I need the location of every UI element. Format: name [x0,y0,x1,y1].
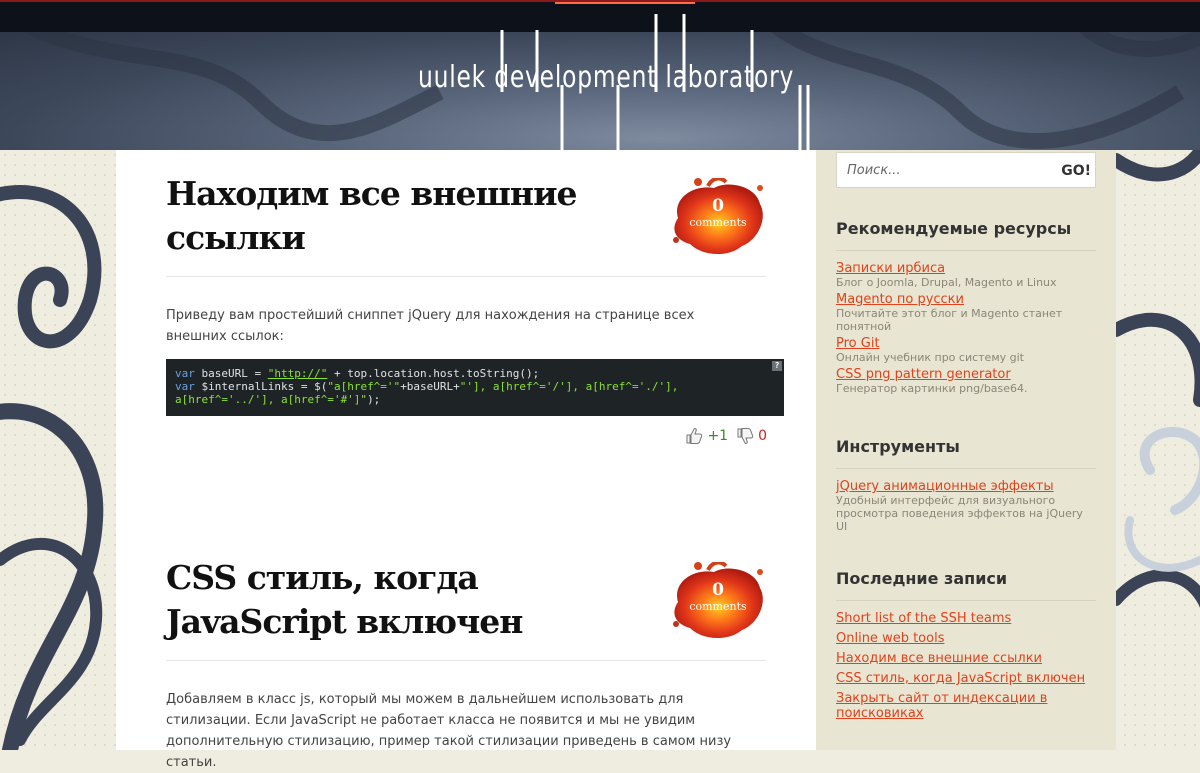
site-logo-text: uulek development laboratory [418,60,795,95]
thumbs-up-icon[interactable] [685,427,703,445]
comments-badge[interactable]: 0 comments [668,560,768,642]
recent-post-link[interactable]: Закрыть сайт от индексации в поисковиках [836,691,1096,721]
recent-post-link[interactable]: Находим все внешние ссылки [836,651,1096,666]
list-item: Pro Git Онлайн учебник про систему git [836,336,1096,364]
resource-description: Онлайн учебник про систему git [836,351,1024,364]
widget-title-recent: Последние записи [836,569,1008,588]
post-title[interactable]: CSS стиль, когда JavaScript включен [166,556,606,644]
search-button[interactable]: GO! [1055,158,1091,184]
site-logo[interactable]: uulek development laboratory [0,0,1200,150]
list-item: Online web tools [836,631,1096,646]
post-divider [166,276,766,277]
tool-link[interactable]: jQuery анимационные эффекты [836,479,1096,494]
recent-post-link[interactable]: CSS стиль, когда JavaScript включен [836,671,1096,686]
code-help-button[interactable]: ? [772,361,782,371]
list-item: CSS png pattern generator Генератор карт… [836,367,1096,395]
widget-divider [836,468,1096,469]
post-votes: +1 0 [685,427,767,445]
widget-title-resources: Рекомендуемые ресурсы [836,219,1072,238]
comments-count: 0 [712,580,724,600]
vote-down-count: 0 [758,428,767,444]
tools-list: jQuery анимационные эффекты Удобный инте… [836,479,1096,536]
resource-link[interactable]: Записки ирбиса [836,261,1096,276]
post-divider [166,660,766,661]
resources-list: Записки ирбиса Блог о Joomla, Drupal, Ma… [836,261,1096,398]
resource-link[interactable]: Magento по русски [836,292,1096,307]
sidebar: GO! Рекомендуемые ресурсы Записки ирбиса… [816,150,1116,750]
search-input[interactable] [837,153,1037,187]
thumbs-down-icon[interactable] [736,427,754,445]
recent-posts-list: Short list of the SSH teams Online web t… [836,611,1096,726]
post-title-link[interactable]: CSS стиль, когда JavaScript включен [166,558,523,641]
resource-description: Блог о Joomla, Drupal, Magento и Linux [836,276,1057,289]
post-excerpt: Приведу вам простейший сниппет jQuery дл… [166,308,695,344]
widget-title-tools: Инструменты [836,437,960,456]
recent-post-link[interactable]: Online web tools [836,631,1096,646]
comments-label: comments [689,600,747,613]
list-item: CSS стиль, когда JavaScript включен [836,671,1096,686]
comments-badge[interactable]: 0 comments [668,176,768,258]
post-title-link[interactable]: Находим все внешние ссылки [166,174,578,257]
list-item: Записки ирбиса Блог о Joomla, Drupal, Ma… [836,261,1096,289]
widget-divider [836,600,1096,601]
list-item: Закрыть сайт от индексации в поисковиках [836,691,1096,721]
post-excerpt: Добавляем в класс js, который мы можем в… [166,692,732,770]
search-form: GO! [836,152,1096,188]
recent-post-link[interactable]: Short list of the SSH teams [836,611,1096,626]
list-item: Magento по русски Почитайте этот блог и … [836,292,1096,333]
list-item: Находим все внешние ссылки [836,651,1096,666]
widget-divider [836,250,1096,251]
post-title[interactable]: Находим все внешние ссылки [166,172,606,260]
resource-link[interactable]: Pro Git [836,336,1096,351]
vote-up-count: +1 [707,428,729,444]
comments-count: 0 [712,196,724,216]
main-content: Находим все внешние ссылки 0 comments Пр… [116,150,816,770]
comments-label: comments [689,216,747,229]
list-item: Short list of the SSH teams [836,611,1096,626]
resource-description: Почитайте этот блог и Magento станет пон… [836,307,1063,333]
resource-description: Генератор картинки png/base64. [836,382,1028,395]
code-block: var baseURL = "http://" + top.location.h… [166,359,784,416]
resource-link[interactable]: CSS png pattern generator [836,367,1096,382]
list-item: jQuery анимационные эффекты Удобный инте… [836,479,1096,533]
tool-description: Удобный интерфейс для визуального просмо… [836,494,1083,533]
